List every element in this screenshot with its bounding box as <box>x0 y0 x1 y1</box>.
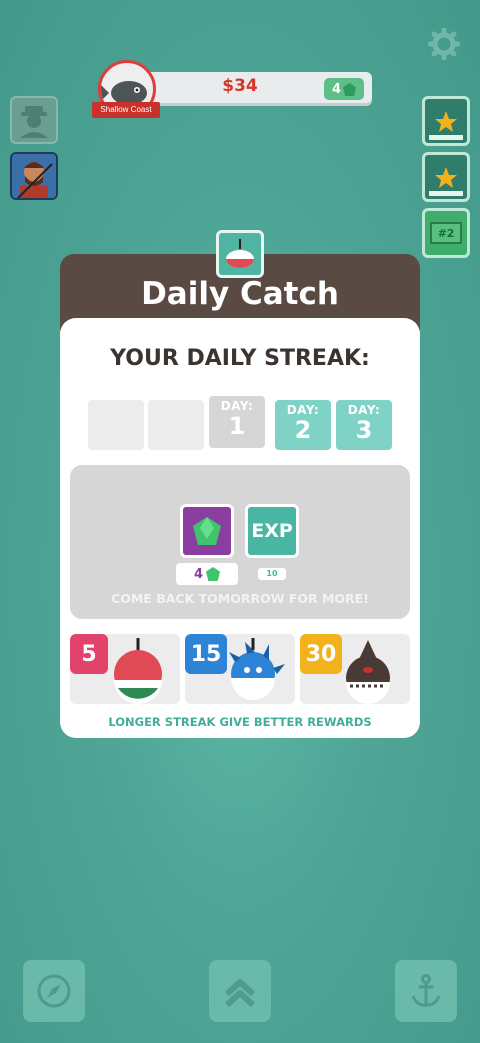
fisherman-silhouette-icon <box>20 106 48 138</box>
day-label: DAY: <box>286 403 320 417</box>
location-label: Shallow Coast <box>92 102 160 118</box>
day-number: 2 <box>294 416 312 444</box>
gem-icon <box>206 567 221 581</box>
fisherman-portrait-icon <box>12 154 56 198</box>
compass-icon <box>37 974 71 1008</box>
streak-day-3: DAY: 3 <box>336 400 392 450</box>
bobber-header-icon <box>216 230 264 278</box>
map-button[interactable] <box>23 960 85 1022</box>
gem-counter[interactable]: 4 <box>324 78 364 100</box>
gem-reward <box>180 504 234 558</box>
bobber-days-badge: 15 <box>185 634 227 674</box>
gear-icon[interactable] <box>428 28 460 60</box>
gem-count: 4 <box>331 81 342 97</box>
day-label: DAY: <box>220 399 254 413</box>
streak-day-slot <box>148 400 204 450</box>
modal-title: Daily Catch <box>141 276 339 312</box>
rank-label: #2 <box>430 222 462 244</box>
leaderboard-button[interactable]: #2 <box>422 208 470 258</box>
exp-label: EXP <box>251 520 293 542</box>
exp-reward: EXP <box>245 504 299 558</box>
fish-book-button[interactable] <box>422 96 470 146</box>
exp-reward-amount: 10 <box>258 568 286 580</box>
streak-footer-text: LONGER STREAK GIVE BETTER REWARDS <box>108 715 372 729</box>
gem-reward-amount: 4 <box>176 563 238 585</box>
streak-day-1: DAY: 1 <box>209 396 265 448</box>
upgrade-button[interactable] <box>209 960 271 1022</box>
money-amount: $34 <box>222 76 258 96</box>
profile-button[interactable] <box>10 96 58 144</box>
gem-icon <box>343 82 357 96</box>
fisherman-avatar[interactable] <box>10 152 58 200</box>
streak-title: YOUR DAILY STREAK: <box>110 346 370 371</box>
anchor-icon <box>411 974 441 1007</box>
day-number: 1 <box>228 412 246 440</box>
dock-button[interactable] <box>395 960 457 1022</box>
star-icon <box>429 111 463 140</box>
gem-icon <box>193 517 221 545</box>
day-number: 3 <box>355 416 373 444</box>
streak-day-slot <box>88 400 144 450</box>
bobber-days-badge: 5 <box>70 634 108 674</box>
chevrons-up-icon <box>224 979 256 1008</box>
star-icon <box>429 167 463 196</box>
day-label: DAY: <box>347 403 381 417</box>
gem-reward-count: 4 <box>193 566 204 582</box>
come-back-text: COME BACK TOMORROW FOR MORE! <box>111 591 369 606</box>
bobber-days-badge: 30 <box>300 634 342 674</box>
streak-day-2: DAY: 2 <box>275 400 331 450</box>
collection-book-button[interactable] <box>422 152 470 202</box>
